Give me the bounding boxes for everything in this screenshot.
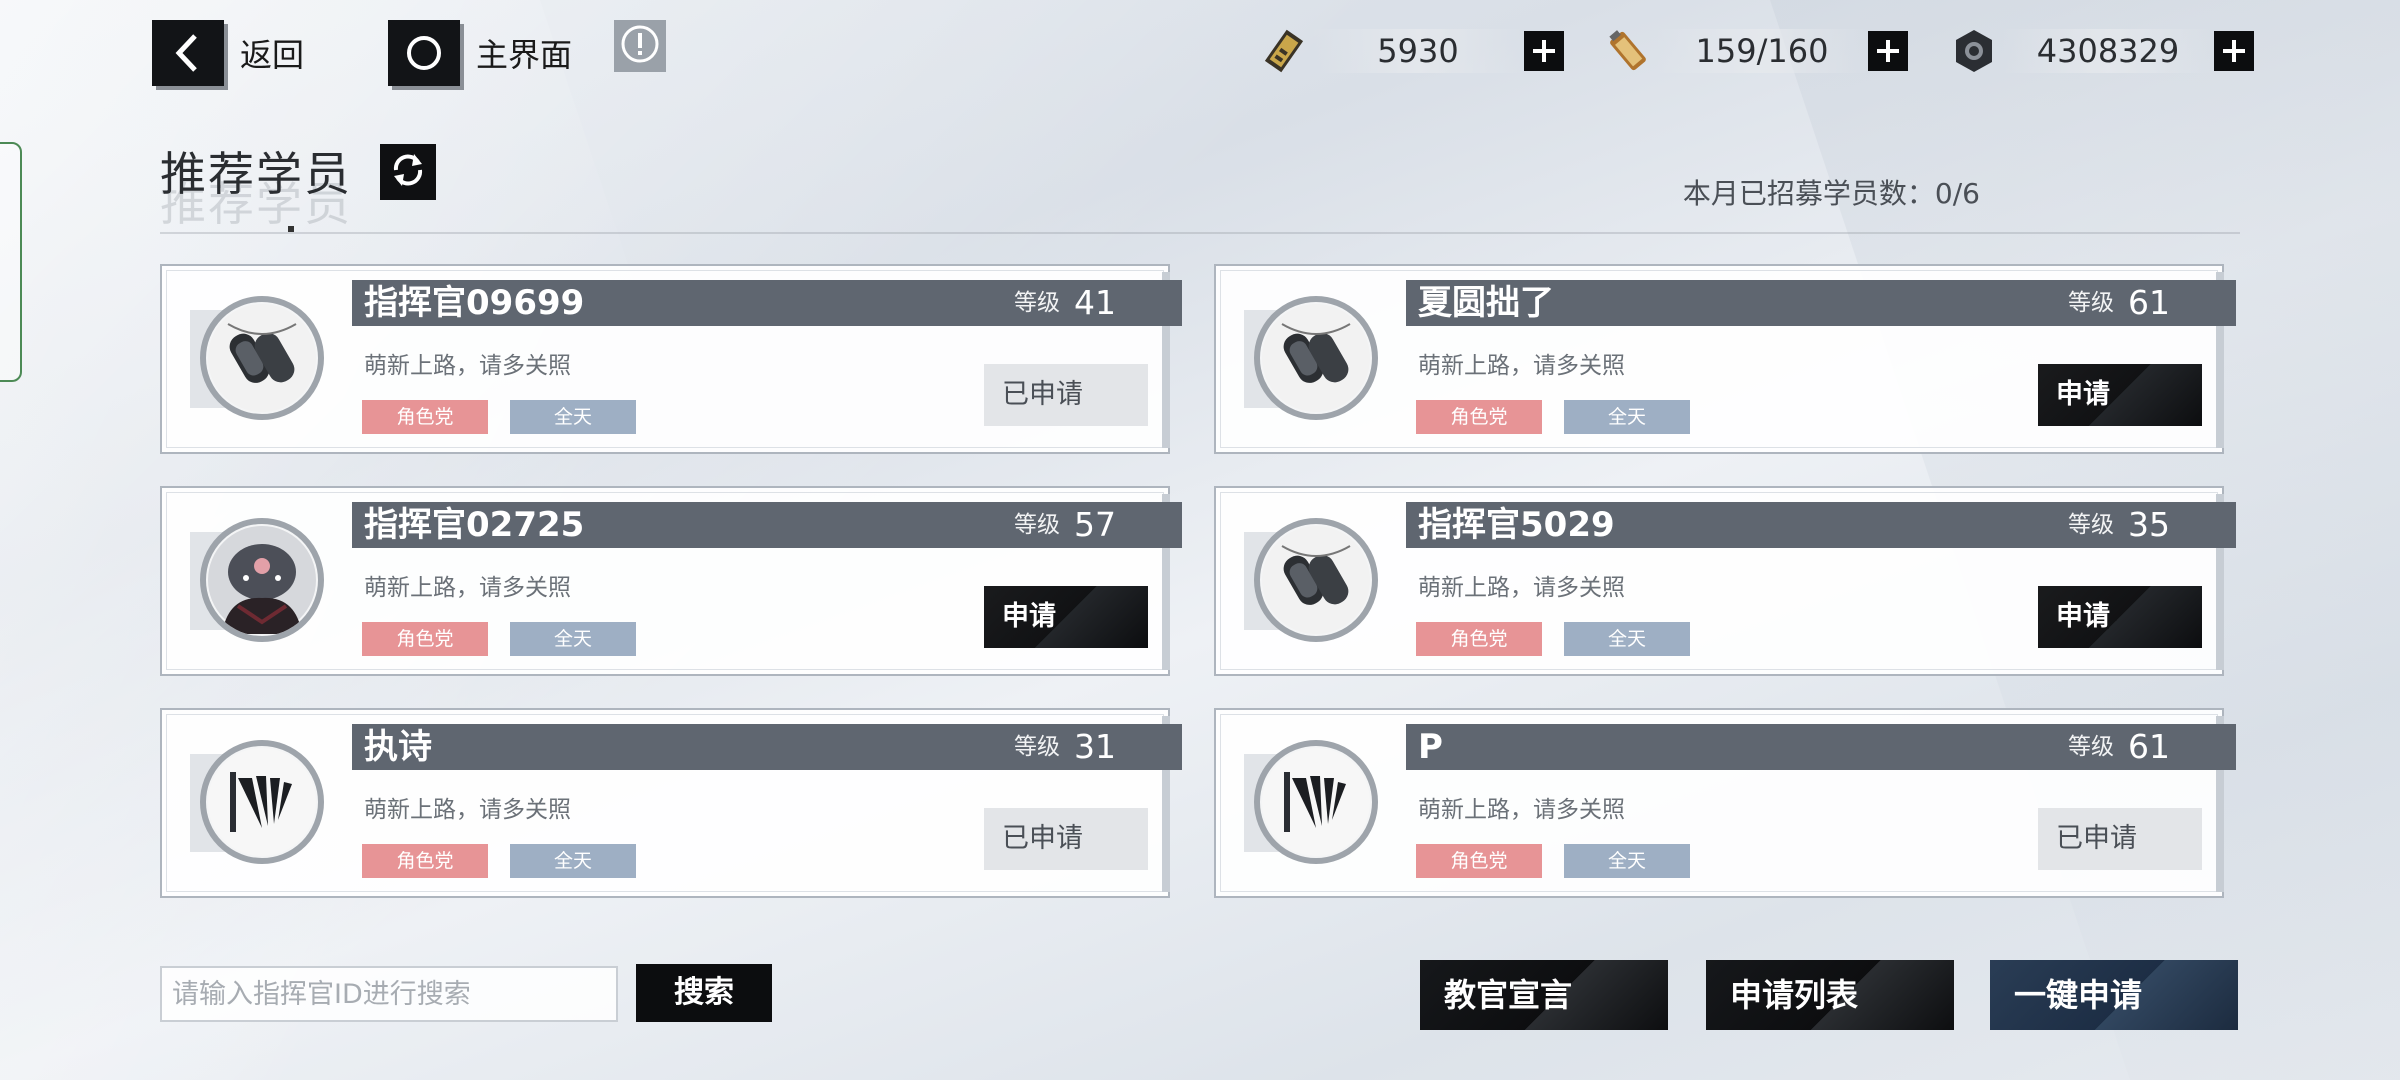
apply-button[interactable]: 申请 [2038,364,2202,426]
level-label: 等级 [2068,512,2114,538]
nut-value: 4308329 [2002,29,2214,73]
exclamation-icon [620,24,660,68]
avatar[interactable] [200,518,324,642]
tag-time: 全天 [510,622,636,656]
resource-ticket: 5930 [1256,28,1564,74]
chevron-left-icon [152,20,224,86]
section-title: 推荐学员 [160,147,352,201]
student-card: 指挥官5029 等级 35 萌新上路，请多关照角色党 全天 申请 [1214,486,2236,676]
back-label: 返回 [240,36,305,74]
motto-text: 萌新上路，请多关照 [1418,797,1625,823]
avatar[interactable] [1254,518,1378,642]
student-card: 指挥官09699 等级 41 萌新上路，请多关照角色党 全天 已申请 [160,264,1182,454]
level-label: 等级 [1014,290,1060,316]
search-button[interactable]: 搜索 [636,964,772,1022]
level-value: 35 [2128,505,2170,544]
nut-add-button[interactable] [2214,31,2254,71]
ticket-add-button[interactable] [1524,31,1564,71]
applied-button[interactable]: 已申请 [984,364,1148,426]
avatar[interactable] [200,296,324,420]
avatar[interactable] [1254,296,1378,420]
circle-icon [388,20,460,86]
level-label: 等级 [2068,734,2114,760]
tag-time: 全天 [510,844,636,878]
level-label: 等级 [2068,290,2114,316]
level-label: 等级 [1014,734,1060,760]
resource-nut: 4308329 [1946,28,2254,74]
student-card: P 等级 61 萌新上路，请多关照角色党 全天 已申请 [1214,708,2236,898]
avatar[interactable] [200,740,324,864]
commander-id-search-input[interactable] [160,966,618,1022]
one-click-apply-button[interactable]: 一键申请 [1990,960,2238,1030]
home-label: 主界面 [476,36,573,74]
applied-button[interactable]: 已申请 [984,808,1148,870]
battery-icon [1600,23,1656,79]
tag-time: 全天 [1564,844,1690,878]
commander-name: 指挥官5029 [1418,505,1615,545]
divider-marker [288,226,294,232]
tag-time: 全天 [1564,400,1690,434]
level-value: 61 [2128,727,2170,766]
commander-name: 指挥官02725 [364,505,585,545]
applied-button[interactable]: 已申请 [2038,808,2202,870]
resource-battery: 159/160 [1600,28,1908,74]
level-value: 41 [1074,283,1116,322]
student-card: 执诗 等级 31 萌新上路，请多关照角色党 全天 已申请 [160,708,1182,898]
tag-time: 全天 [1564,622,1690,656]
tag-time: 全天 [510,400,636,434]
tag-role: 角色党 [1416,622,1542,656]
commander-name: P [1418,727,1443,767]
tag-role: 角色党 [1416,400,1542,434]
motto-text: 萌新上路，请多关照 [364,353,571,379]
level-value: 57 [1074,505,1116,544]
tag-role: 角色党 [1416,844,1542,878]
motto-text: 萌新上路，请多关照 [1418,575,1625,601]
tag-role: 角色党 [362,400,488,434]
level-value: 31 [1074,727,1116,766]
battery-add-button[interactable] [1868,31,1908,71]
ticket-icon [1256,23,1312,79]
tag-role: 角色党 [362,844,488,878]
notice-button[interactable] [614,20,666,72]
student-card: 夏圆拙了 等级 61 萌新上路，请多关照角色党 全天 申请 [1214,264,2236,454]
refresh-icon [388,150,428,194]
commander-name: 指挥官09699 [364,283,585,323]
refresh-button[interactable] [380,144,436,200]
nut-icon [1946,23,2002,79]
home-button[interactable]: 主界面 [388,20,572,86]
level-label: 等级 [1014,512,1060,538]
apply-button[interactable]: 申请 [2038,586,2202,648]
back-button[interactable]: 返回 [152,20,304,86]
apply-button[interactable]: 申请 [984,586,1148,648]
commander-name: 执诗 [364,727,432,767]
student-card: 指挥官02725 等级 57 萌新上路，请多关照角色党 全天 申请 [160,486,1182,676]
level-value: 61 [2128,283,2170,322]
motto-text: 萌新上路，请多关照 [364,797,571,823]
apply-list-button[interactable]: 申请列表 [1706,960,1954,1030]
ticket-value: 5930 [1312,29,1524,73]
avatar[interactable] [1254,740,1378,864]
declaration-button[interactable]: 教官宣言 [1420,960,1668,1030]
section-divider [160,232,2240,234]
commander-name: 夏圆拙了 [1418,283,1554,323]
battery-value: 159/160 [1656,29,1868,73]
motto-text: 萌新上路，请多关照 [364,575,571,601]
side-drawer-tab[interactable] [0,142,22,382]
monthly-recruit-count: 本月已招募学员数：0/6 [1682,177,1980,210]
motto-text: 萌新上路，请多关照 [1418,353,1625,379]
tag-role: 角色党 [362,622,488,656]
